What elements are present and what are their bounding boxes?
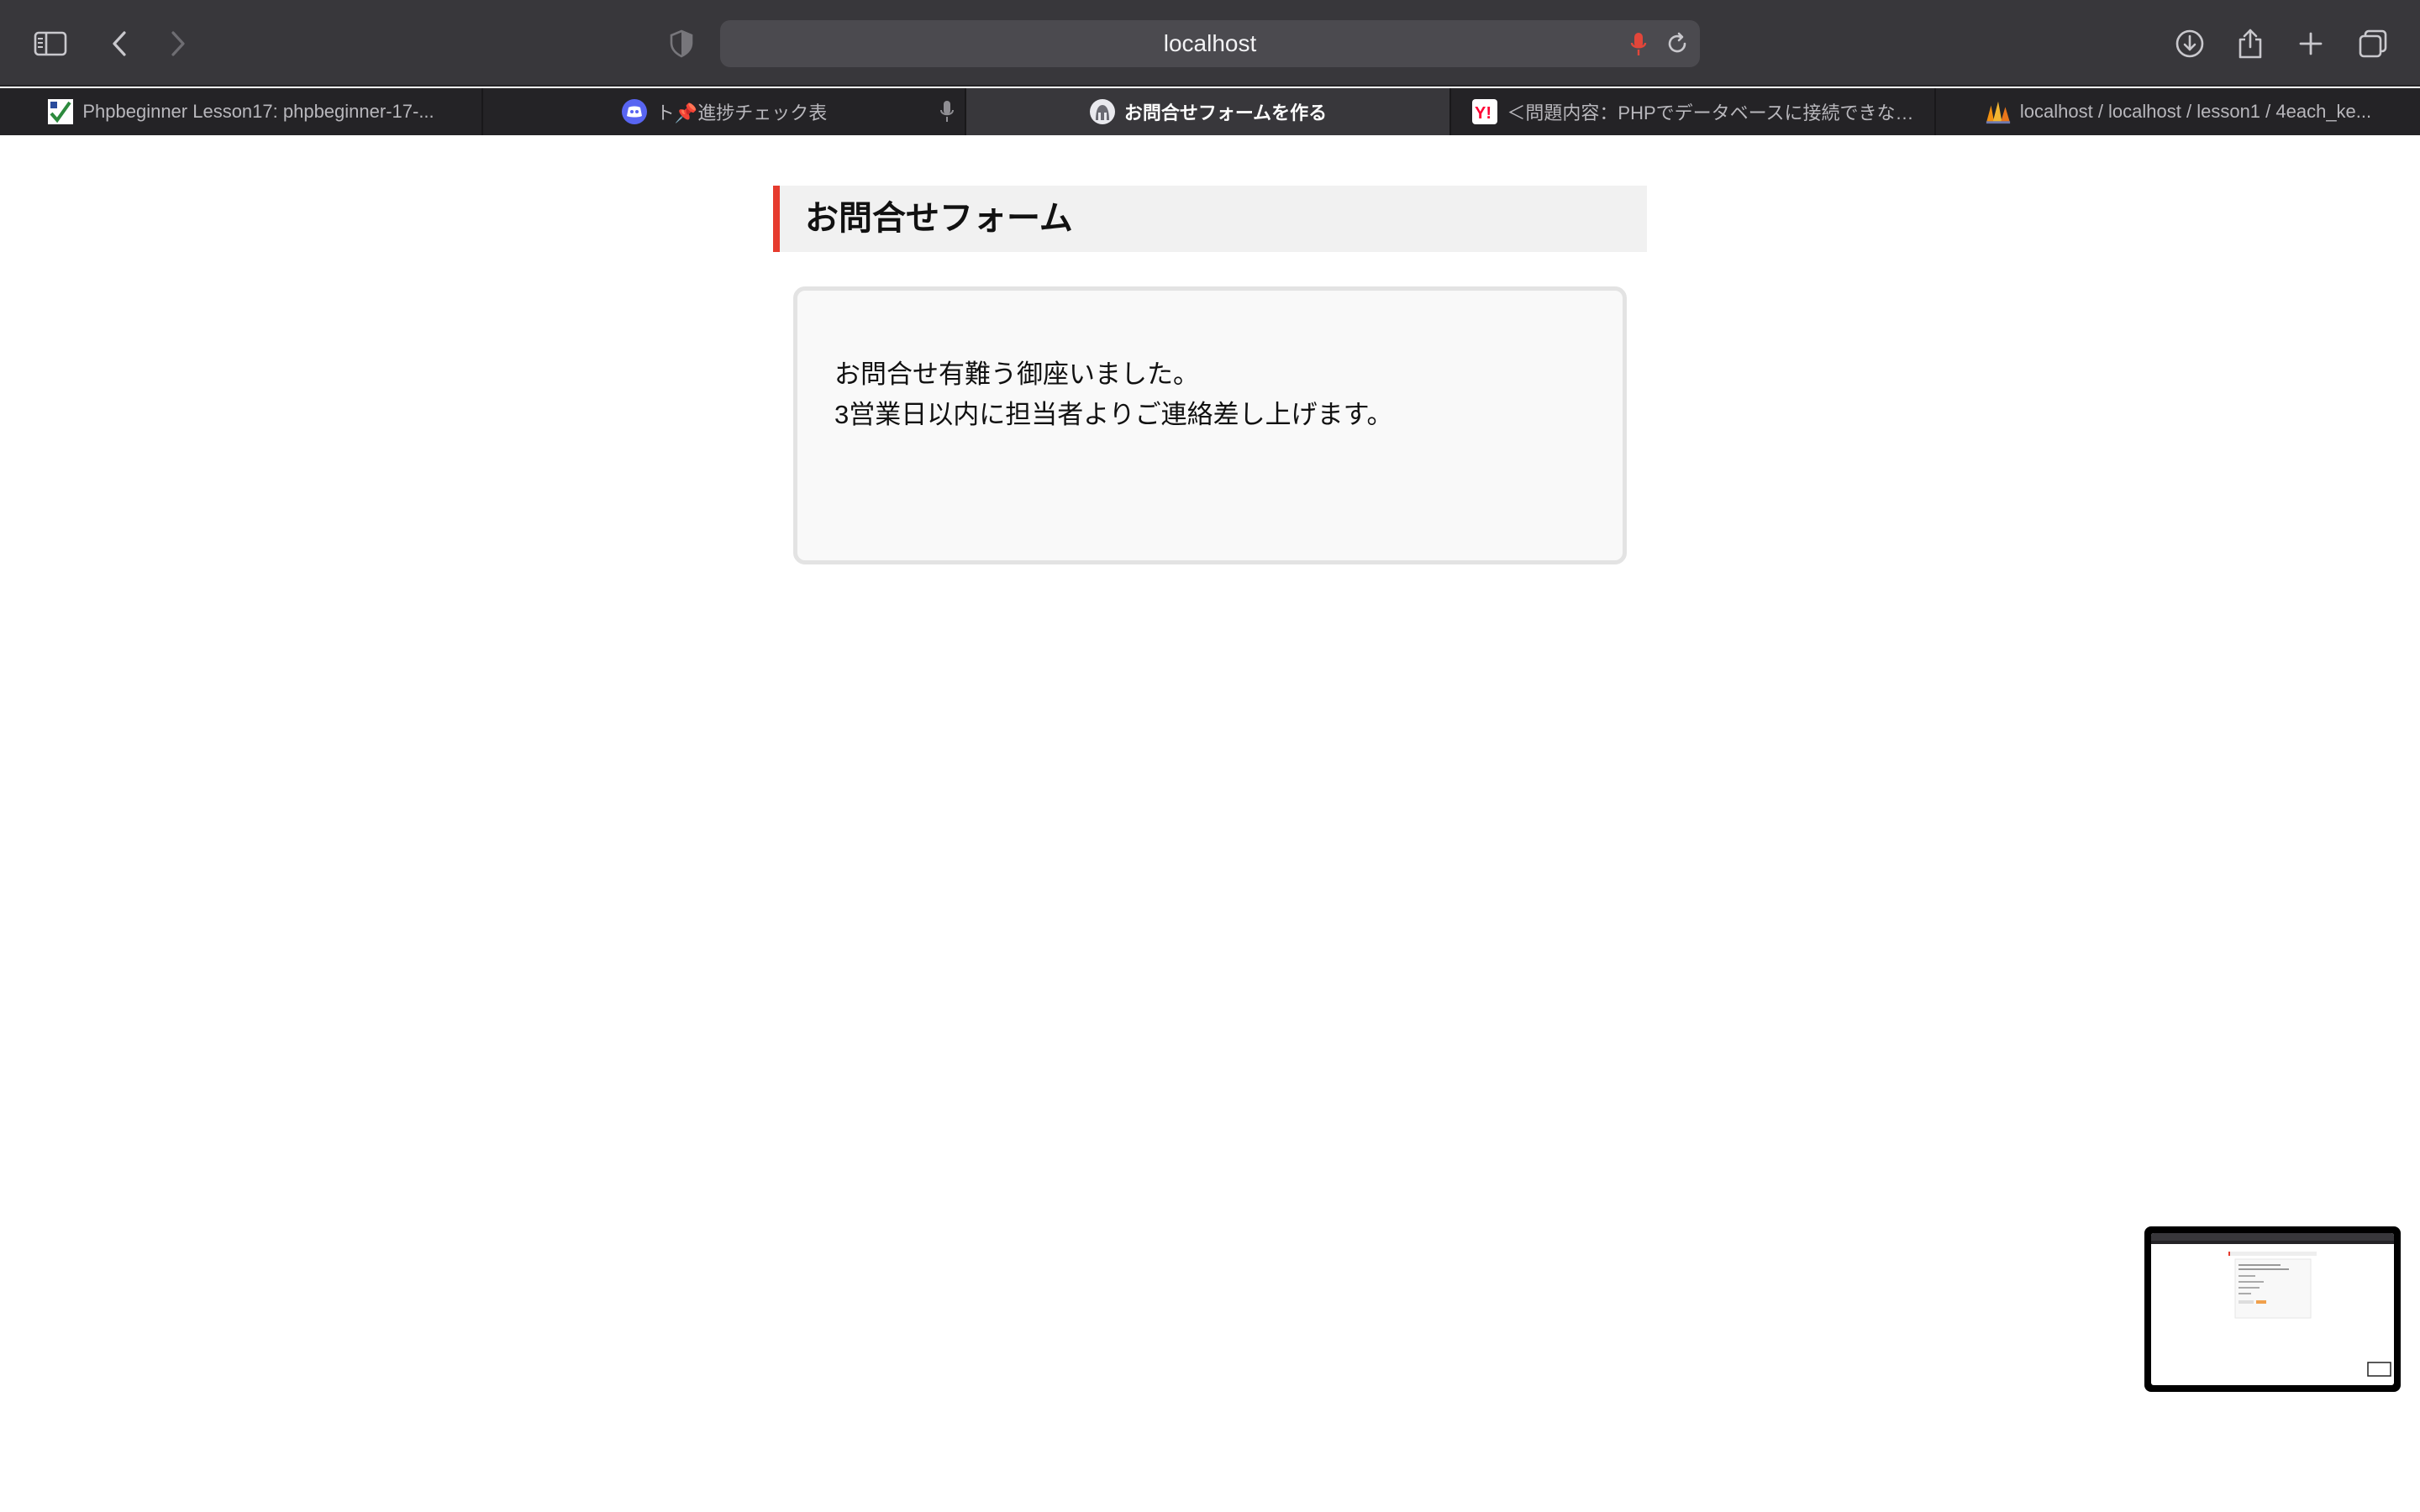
tab-title: localhost / localhost / lesson1 / 4each_… (2019, 101, 2372, 122)
microphone-icon[interactable] (1630, 32, 1647, 61)
sidebar-icon (34, 31, 67, 56)
thumbnail-screen (2151, 1233, 2394, 1385)
tab-phpmyadmin[interactable]: localhost / localhost / lesson1 / 4each_… (1936, 88, 2420, 135)
tab-bar: Phpbeginner Lesson17: phpbeginner-17-...… (0, 88, 2420, 135)
new-tab-button[interactable] (2289, 22, 2333, 66)
tab-yahoo-question[interactable]: Y! ＜問題内容：PHPでデータベースに接続できな… (1451, 88, 1936, 135)
shield-icon (669, 29, 694, 58)
follow-up-line: 3営業日以内に担当者よりご連絡差し上げます。 (834, 400, 1393, 429)
privacy-report-button[interactable] (660, 22, 703, 66)
tab-progress-check[interactable]: ト📌進捗チェック表 (483, 88, 966, 135)
thank-you-message-box: お問合せ有難う御座いました。 3営業日以内に担当者よりご連絡差し上げます。 (793, 286, 1627, 564)
share-button[interactable] (2228, 22, 2272, 66)
address-bar[interactable]: localhost (720, 20, 1700, 67)
screen-thumbnail-preview[interactable] (2144, 1226, 2401, 1392)
chevron-left-icon (111, 30, 128, 57)
yahoo-icon: Y! (1471, 98, 1498, 125)
pencil-check-icon (47, 98, 74, 125)
phpmyadmin-icon (1985, 98, 2012, 125)
url-text: localhost (1163, 30, 1257, 56)
reload-icon[interactable] (1665, 32, 1689, 60)
chevron-right-icon (170, 30, 187, 57)
tab-title: お問合せフォームを作る (1123, 102, 1328, 123)
forward-button[interactable] (156, 22, 200, 66)
web-page: お問合せフォーム お問合せ有難う御座いました。 3営業日以内に担当者よりご連絡差… (0, 135, 2420, 1512)
share-icon (2237, 28, 2264, 60)
page-heading-bar: お問合せフォーム (773, 186, 1647, 252)
thank-you-line: お問合せ有難う御座いました。 (834, 360, 1199, 389)
mascot-icon (1089, 98, 1116, 125)
tab-contact-form[interactable]: お問合せフォームを作る (966, 88, 1451, 135)
browser-toolbar: localhost (0, 0, 2420, 87)
tab-overview-icon (2358, 29, 2388, 59)
tab-title: ＜問題内容：PHPでデータベースに接続できな… (1507, 102, 1914, 123)
tab-title: Phpbeginner Lesson17: phpbeginner-17-... (82, 101, 434, 122)
tab-phpbeginner-lesson17[interactable]: Phpbeginner Lesson17: phpbeginner-17-... (0, 88, 483, 135)
discord-icon (621, 98, 648, 125)
sidebar-toggle-button[interactable] (29, 22, 72, 66)
downloads-button[interactable] (2168, 22, 2212, 66)
download-icon (2175, 29, 2205, 59)
microphone-icon[interactable] (939, 100, 955, 129)
page-title: お問合せフォーム (805, 200, 1073, 237)
svg-text:Y!: Y! (1475, 104, 1491, 123)
tab-title: ト📌進捗チェック表 (655, 102, 828, 123)
tab-overview-button[interactable] (2351, 22, 2395, 66)
back-button[interactable] (97, 22, 141, 66)
plus-icon (2298, 31, 2323, 56)
